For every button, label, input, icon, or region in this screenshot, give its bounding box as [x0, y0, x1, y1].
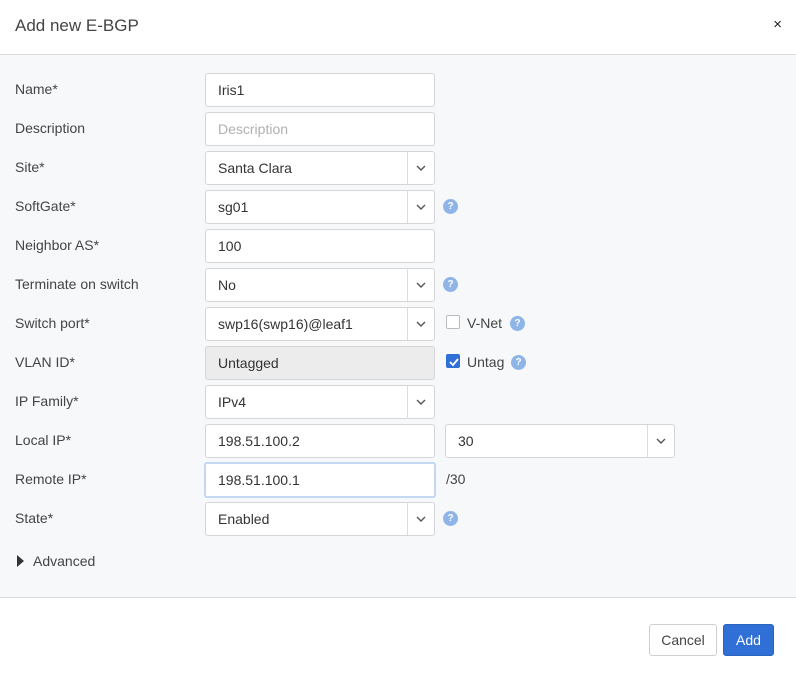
- select-divider: [407, 308, 408, 340]
- softgate-select-value: sg01: [218, 199, 249, 215]
- untag-checkbox[interactable]: [446, 354, 460, 368]
- dialog-footer: Cancel Add: [0, 598, 796, 675]
- switch-port-value: swp16(swp16)@leaf1: [218, 316, 353, 332]
- help-icon[interactable]: ?: [511, 355, 526, 370]
- select-divider: [407, 152, 408, 184]
- select-divider: [407, 269, 408, 301]
- site-label: Site*: [15, 159, 45, 175]
- ip-family-select[interactable]: IPv4: [205, 385, 435, 419]
- help-icon[interactable]: ?: [443, 199, 458, 214]
- vlan-id-label: VLAN ID*: [15, 354, 75, 370]
- advanced-toggle[interactable]: Advanced: [17, 553, 95, 569]
- remote-ip-row: Remote IP* /30: [0, 462, 796, 498]
- help-icon[interactable]: ?: [510, 316, 525, 331]
- ip-family-value: IPv4: [218, 394, 247, 410]
- description-row: Description: [0, 112, 796, 146]
- softgate-row: SoftGate* sg01 ?: [0, 190, 796, 224]
- chevron-down-icon: [416, 321, 426, 327]
- name-label: Name*: [15, 81, 58, 97]
- chevron-down-icon: [416, 165, 426, 171]
- cancel-button[interactable]: Cancel: [649, 624, 717, 656]
- neighbor-as-field-box: [205, 229, 435, 263]
- chevron-down-icon: [416, 282, 426, 288]
- neighbor-as-row: Neighbor AS*: [0, 229, 796, 263]
- local-ip-prefix-value: 30: [458, 433, 474, 449]
- name-input[interactable]: [206, 74, 430, 106]
- dialog-body: Name* Description Site* Santa Clara Soft…: [0, 55, 796, 598]
- switch-port-label: Switch port*: [15, 315, 90, 331]
- site-select-value: Santa Clara: [218, 160, 292, 176]
- state-value: Enabled: [218, 511, 270, 527]
- caret-right-icon: [17, 555, 24, 567]
- select-divider: [407, 191, 408, 223]
- chevron-down-icon: [416, 204, 426, 210]
- add-ebgp-dialog: Add new E-BGP × Name* Description Site* …: [0, 0, 796, 675]
- neighbor-as-input[interactable]: [206, 230, 430, 262]
- vlan-id-row: VLAN ID* Untag ?: [0, 346, 796, 380]
- terminate-on-switch-label: Terminate on switch: [15, 276, 139, 292]
- remote-ip-suffix: /30: [446, 471, 466, 487]
- select-divider: [407, 503, 408, 535]
- terminate-on-switch-select[interactable]: No: [205, 268, 435, 302]
- close-icon[interactable]: ×: [773, 16, 782, 33]
- vnet-label: V-Net: [467, 315, 503, 331]
- switch-port-row: Switch port* swp16(swp16)@leaf1 V-Net ?: [0, 307, 796, 341]
- help-icon[interactable]: ?: [443, 511, 458, 526]
- advanced-label: Advanced: [33, 553, 96, 569]
- vlan-id-field-box: [205, 346, 435, 380]
- state-label: State*: [15, 510, 54, 526]
- softgate-select[interactable]: sg01: [205, 190, 435, 224]
- chevron-down-icon: [416, 399, 426, 405]
- select-divider: [647, 425, 648, 457]
- local-ip-row: Local IP* 30: [0, 424, 796, 458]
- name-row: Name*: [0, 73, 796, 107]
- local-ip-input[interactable]: [206, 425, 430, 457]
- vnet-checkbox[interactable]: [446, 315, 460, 329]
- description-field-box: [205, 112, 435, 146]
- dialog-title: Add new E-BGP: [15, 16, 139, 35]
- state-select[interactable]: Enabled: [205, 502, 435, 536]
- select-divider: [407, 386, 408, 418]
- help-icon[interactable]: ?: [443, 277, 458, 292]
- local-ip-field-box: [205, 424, 435, 458]
- terminate-on-switch-row: Terminate on switch No ?: [0, 268, 796, 302]
- chevron-down-icon: [656, 438, 666, 444]
- site-row: Site* Santa Clara: [0, 151, 796, 185]
- remote-ip-label: Remote IP*: [15, 471, 87, 487]
- local-ip-label: Local IP*: [15, 432, 72, 448]
- site-select[interactable]: Santa Clara: [205, 151, 435, 185]
- switch-port-select[interactable]: swp16(swp16)@leaf1: [205, 307, 435, 341]
- local-ip-prefix-select[interactable]: 30: [445, 424, 675, 458]
- untag-label: Untag: [467, 354, 505, 370]
- checkmark-icon: [449, 358, 459, 367]
- dialog-header: Add new E-BGP ×: [0, 0, 796, 55]
- remote-ip-field-box: [204, 462, 436, 498]
- remote-ip-input[interactable]: [206, 464, 430, 496]
- softgate-label: SoftGate*: [15, 198, 76, 214]
- state-row: State* Enabled ?: [0, 502, 796, 536]
- description-input[interactable]: [206, 113, 430, 145]
- ip-family-label: IP Family*: [15, 393, 79, 409]
- terminate-on-switch-value: No: [218, 277, 236, 293]
- ip-family-row: IP Family* IPv4: [0, 385, 796, 419]
- neighbor-as-label: Neighbor AS*: [15, 237, 100, 253]
- vlan-id-input: [206, 347, 430, 379]
- add-button[interactable]: Add: [723, 624, 774, 656]
- description-label: Description: [15, 120, 86, 136]
- name-field-box: [205, 73, 435, 107]
- chevron-down-icon: [416, 516, 426, 522]
